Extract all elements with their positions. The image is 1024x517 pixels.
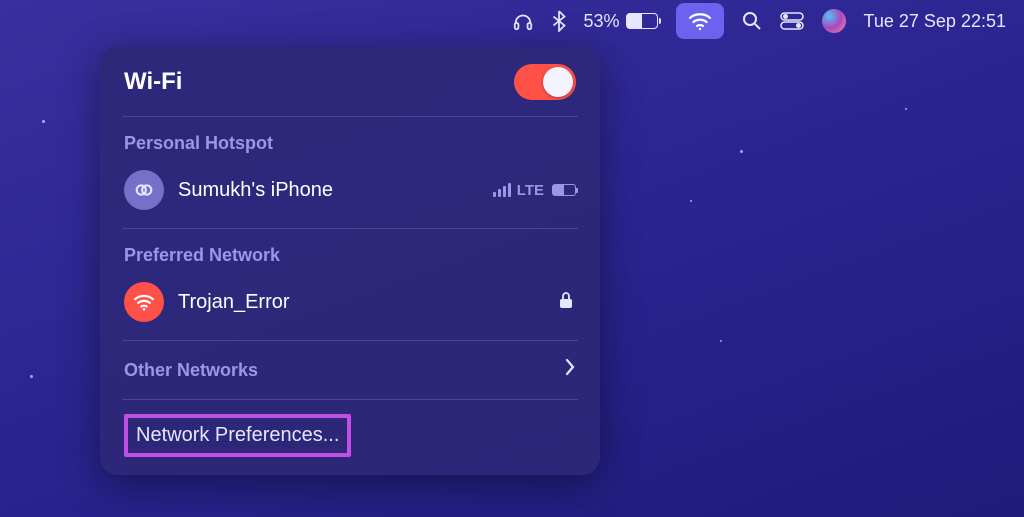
bg-dot: [720, 340, 722, 342]
hotspot-battery-icon: [552, 184, 576, 196]
wifi-network-icon: [124, 282, 164, 322]
menubar: 53% Tue 27 Sep 22:51: [494, 0, 1024, 42]
network-preferences-row[interactable]: Network Preferences...: [100, 400, 600, 475]
lock-icon: [556, 291, 576, 314]
network-preferences-highlight: Network Preferences...: [124, 414, 351, 457]
bg-dot: [42, 120, 45, 123]
network-preferences-label: Network Preferences...: [136, 424, 339, 446]
hotspot-signal-info: LTE: [493, 182, 576, 199]
audio-output-icon[interactable]: [512, 0, 534, 42]
cellular-signal-icon: [493, 183, 511, 197]
battery-percent-label: 53%: [584, 11, 620, 32]
bg-dot: [690, 200, 692, 202]
hotspot-device-name: Sumukh's iPhone: [178, 179, 479, 202]
datetime-label[interactable]: Tue 27 Sep 22:51: [864, 0, 1006, 42]
bg-dot: [30, 375, 33, 378]
hotspot-row[interactable]: Sumukh's iPhone LTE: [100, 164, 600, 228]
control-center-icon[interactable]: [780, 0, 804, 42]
bluetooth-icon[interactable]: [552, 0, 566, 42]
preferred-ssid: Trojan_Error: [178, 291, 542, 314]
wifi-panel-header: Wi-Fi: [100, 46, 600, 116]
siri-icon[interactable]: [822, 0, 846, 42]
spotlight-icon[interactable]: [742, 0, 762, 42]
hotspot-icon: [124, 170, 164, 210]
bg-dot: [740, 150, 743, 153]
bg-dot: [905, 108, 907, 110]
carrier-label: LTE: [517, 182, 544, 199]
other-networks-label: Other Networks: [124, 360, 258, 381]
hotspot-section-label: Personal Hotspot: [100, 117, 600, 164]
preferred-section-label: Preferred Network: [100, 229, 600, 276]
wifi-title: Wi-Fi: [124, 68, 182, 96]
battery-status[interactable]: 53%: [584, 0, 658, 42]
wifi-toggle[interactable]: [514, 64, 576, 100]
other-networks-row[interactable]: Other Networks: [100, 341, 600, 399]
wifi-menubar-icon[interactable]: [676, 3, 724, 39]
preferred-network-row[interactable]: Trojan_Error: [100, 276, 600, 340]
chevron-right-icon: [564, 357, 576, 383]
battery-icon: [626, 13, 658, 29]
wifi-panel: Wi-Fi Personal Hotspot Sumukh's iPhone L…: [100, 46, 600, 475]
